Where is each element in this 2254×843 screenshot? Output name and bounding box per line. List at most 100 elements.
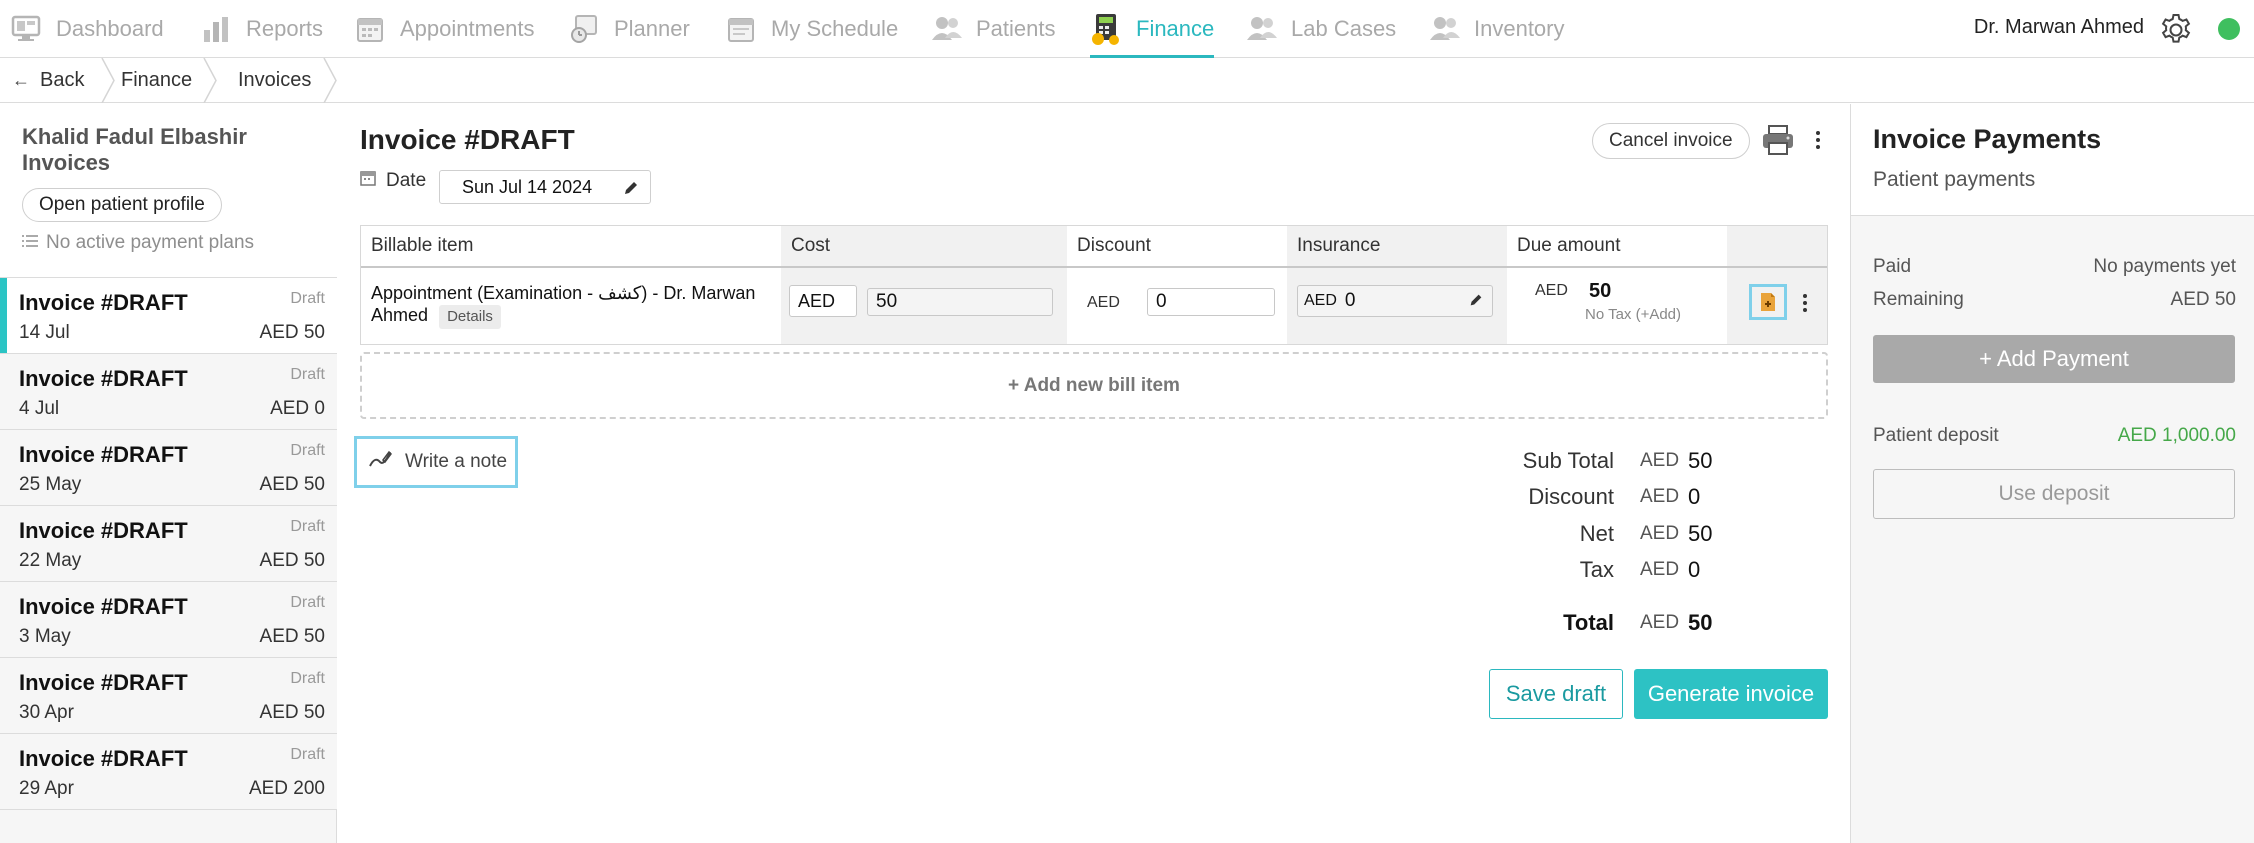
nav-label: Finance xyxy=(1136,16,1215,41)
open-patient-profile-button[interactable]: Open patient profile xyxy=(22,188,222,222)
invoice-list-date: 22 May xyxy=(19,550,82,571)
tax-value: 0 xyxy=(1688,557,1701,582)
nav-label: My Schedule xyxy=(771,16,899,41)
invoice-document-icon[interactable] xyxy=(1749,284,1787,320)
invoice-list-status: Draft xyxy=(290,518,325,535)
gear-icon[interactable] xyxy=(2158,12,2194,48)
breadcrumb-item-finance[interactable]: Finance xyxy=(121,58,192,103)
column-header-insurance: Insurance xyxy=(1287,226,1507,266)
print-icon[interactable] xyxy=(1760,124,1796,156)
patients-icon xyxy=(930,12,964,46)
payments-subtitle: Patient payments xyxy=(1873,168,2036,191)
nav-label: Dashboard xyxy=(56,16,164,41)
invoice-list-item[interactable]: Invoice #DRAFT Draft 3 May AED 50 xyxy=(0,582,337,658)
column-header-discount: Discount xyxy=(1077,235,1151,256)
nav-label: Lab Cases xyxy=(1291,16,1397,41)
invoice-list-title: Invoice #DRAFT xyxy=(19,670,188,695)
cost-cell: AED 50 xyxy=(781,268,1067,344)
discount-total-value: 0 xyxy=(1688,484,1701,509)
pen-icon xyxy=(367,448,393,476)
add-payment-button[interactable]: + Add Payment xyxy=(1873,335,2235,383)
patient-deposit-label: Patient deposit xyxy=(1873,425,1999,446)
invoice-list-item[interactable]: Invoice #DRAFT Draft 4 Jul AED 0 xyxy=(0,354,337,430)
nav-label: Reports xyxy=(246,16,324,41)
back-button[interactable]: ← Back xyxy=(12,58,84,103)
insurance-cell: AED 0 xyxy=(1287,268,1507,344)
invoice-list-item[interactable]: Invoice #DRAFT Draft 25 May AED 50 xyxy=(0,430,337,506)
invoice-list-date: 4 Jul xyxy=(19,398,60,419)
invoice-list-title: Invoice #DRAFT xyxy=(19,366,188,391)
nav-item-inventory[interactable]: Inventory xyxy=(1428,0,1565,58)
nav-item-appointments[interactable]: Appointments xyxy=(354,0,535,58)
cost-input[interactable]: 50 xyxy=(867,288,1053,316)
nav-item-planner[interactable]: Planner xyxy=(568,0,690,58)
nav-item-lab-cases[interactable]: Lab Cases xyxy=(1245,0,1396,58)
discount-cell: AED 0 xyxy=(1067,268,1287,344)
insurance-value: 0 xyxy=(1344,290,1356,311)
user-name[interactable]: Dr. Marwan Ahmed xyxy=(1974,16,2144,39)
invoice-editor: Invoice #DRAFT Cancel invoice Date Sun J… xyxy=(338,104,1850,843)
write-note-button[interactable]: Write a note xyxy=(354,436,518,488)
edit-pencil-icon[interactable] xyxy=(1468,292,1484,314)
appointments-icon xyxy=(354,12,388,46)
payments-header: Invoice Payments Patient payments xyxy=(1851,104,2254,216)
save-draft-button[interactable]: Save draft xyxy=(1489,669,1623,719)
nav-item-patients[interactable]: Patients xyxy=(930,0,1056,58)
invoice-date-field[interactable]: Sun Jul 14 2024 xyxy=(439,170,651,204)
invoice-list-status: Draft xyxy=(290,442,325,459)
due-amount-value: 50 xyxy=(1589,280,1612,302)
payments-title: Invoice Payments xyxy=(1873,124,2102,154)
arrow-left-icon: ← xyxy=(12,70,30,90)
invoice-list-date: 30 Apr xyxy=(19,702,74,723)
invoice-list-title: Invoice #DRAFT xyxy=(19,290,188,315)
due-currency: AED xyxy=(1535,282,1568,299)
insurance-field[interactable]: AED 0 xyxy=(1297,285,1493,317)
nav-label: Appointments xyxy=(400,16,535,41)
invoice-list-amount: AED 50 xyxy=(259,322,325,343)
use-deposit-button[interactable]: Use deposit xyxy=(1873,469,2235,519)
breadcrumb-separator xyxy=(203,58,217,103)
row-options-icon[interactable] xyxy=(1801,294,1809,312)
subtotal-value: 50 xyxy=(1688,448,1713,473)
subtotal-currency: AED xyxy=(1640,450,1680,471)
net-currency: AED xyxy=(1640,523,1680,544)
discount-input[interactable]: 0 xyxy=(1147,288,1275,316)
paid-value: No payments yet xyxy=(2093,256,2236,277)
invoice-list-date: 25 May xyxy=(19,474,82,495)
discount-total-currency: AED xyxy=(1640,486,1680,507)
invoice-date-value: Sun Jul 14 2024 xyxy=(462,176,593,197)
net-value: 50 xyxy=(1688,521,1713,546)
generate-invoice-button[interactable]: Generate invoice xyxy=(1634,669,1828,719)
cancel-invoice-button[interactable]: Cancel invoice xyxy=(1592,123,1750,159)
patient-deposit-value: AED 1,000.00 xyxy=(2117,425,2236,446)
invoice-list-item[interactable]: Invoice #DRAFT Draft 14 Jul AED 50 xyxy=(0,278,337,354)
nav-item-dashboard[interactable]: Dashboard xyxy=(10,0,164,58)
total-value: 50 xyxy=(1688,610,1713,635)
total-label: Total xyxy=(1563,610,1614,635)
payment-plans-status: No active payment plans xyxy=(22,232,254,254)
lab-cases-icon xyxy=(1245,12,1279,46)
top-navigation: Dashboard Reports Appointments Planner M… xyxy=(0,0,2254,58)
reports-icon xyxy=(200,12,234,46)
add-bill-item-button[interactable]: + Add new bill item xyxy=(360,352,1828,419)
more-options-icon[interactable] xyxy=(1814,131,1822,149)
due-amount-cell: AED 50 No Tax (+Add) xyxy=(1507,268,1727,344)
nav-label: Inventory xyxy=(1474,16,1565,41)
nav-item-finance[interactable]: Finance xyxy=(1090,0,1215,58)
remaining-value: AED 50 xyxy=(2170,289,2236,310)
discount-total-label: Discount xyxy=(1528,484,1614,509)
invoice-list-item[interactable]: Invoice #DRAFT Draft 29 Apr AED 200 xyxy=(0,734,337,810)
invoice-list-item[interactable]: Invoice #DRAFT Draft 22 May AED 50 xyxy=(0,506,337,582)
edit-pencil-icon[interactable] xyxy=(622,179,640,197)
invoice-list-amount: AED 50 xyxy=(259,474,325,495)
nav-item-my-schedule[interactable]: My Schedule xyxy=(725,0,898,58)
nav-item-reports[interactable]: Reports xyxy=(200,0,323,58)
subtotal-label: Sub Total xyxy=(1522,448,1614,473)
details-tag[interactable]: Details xyxy=(439,305,501,329)
invoice-list-item[interactable]: Invoice #DRAFT Draft 30 Apr AED 50 xyxy=(0,658,337,734)
patient-invoices-title: Khalid Fadul Elbashir Invoices xyxy=(22,124,247,175)
cost-currency-select[interactable]: AED xyxy=(789,285,857,317)
breadcrumb-item-invoices[interactable]: Invoices xyxy=(238,58,311,103)
dashboard-icon xyxy=(10,12,44,46)
add-tax-link[interactable]: No Tax (+Add) xyxy=(1585,306,1681,323)
